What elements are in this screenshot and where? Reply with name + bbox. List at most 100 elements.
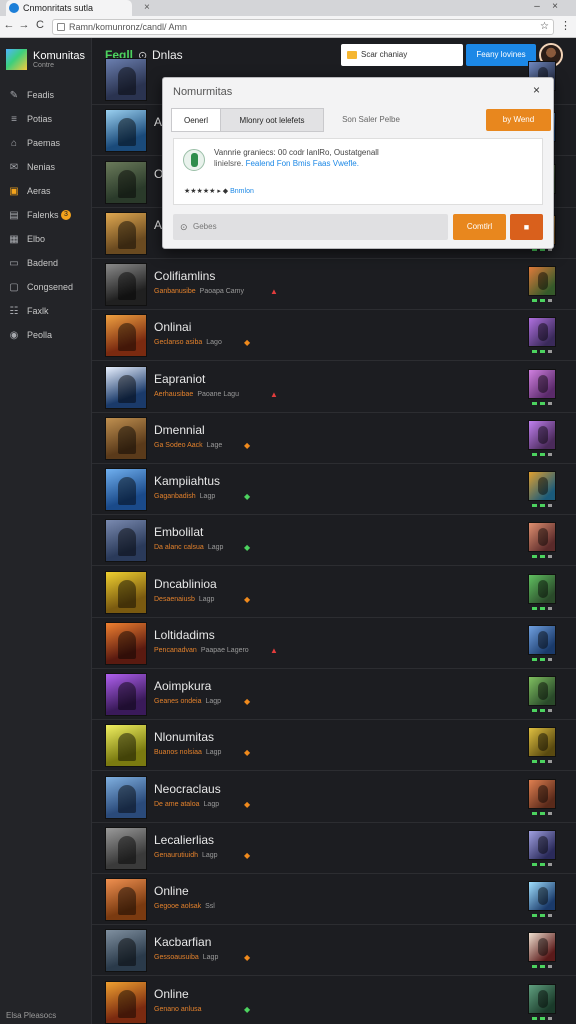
sidebar-item[interactable]: ▤ Falenks 3 (0, 206, 91, 226)
url-input[interactable]: Ramn/komunronz/candl/ Amn ☆ (52, 19, 554, 35)
sidebar-item[interactable]: ✉ Nenias (0, 158, 91, 178)
community-title[interactable]: A (154, 115, 162, 129)
stop-button[interactable]: ■ (510, 214, 543, 240)
confirm-button[interactable]: Comtlrl (453, 214, 506, 240)
sidebar-item[interactable]: ≡ Potias (0, 110, 91, 130)
preview-thumbnail[interactable] (528, 676, 556, 706)
tab-members[interactable]: Mlonry oot lelefets (220, 108, 324, 132)
tab-settings[interactable]: Son Saler Pelbe (331, 108, 411, 132)
preview-thumbnail[interactable] (528, 522, 556, 552)
window-minimize-icon[interactable]: – (530, 1, 544, 15)
community-title[interactable]: Online (154, 884, 189, 898)
community-title[interactable]: Dmennial (154, 423, 205, 437)
community-thumbnail[interactable] (105, 827, 147, 870)
community-title[interactable]: Onlinai (154, 320, 191, 334)
community-thumbnail[interactable] (105, 724, 147, 767)
list-item[interactable]: Embolilat Da alanc calsua Lagp ◆ (92, 515, 576, 566)
preview-thumbnail[interactable] (528, 932, 556, 962)
sidebar-item[interactable]: ☷ Faxlk (0, 302, 91, 322)
community-thumbnail[interactable] (105, 571, 147, 614)
community-title[interactable]: Loltidadims (154, 628, 215, 642)
browser-menu-icon[interactable]: ⋮ (560, 19, 571, 32)
list-item[interactable]: Colifiamlins Ganbanusibe Paoapa Camy ▲ (92, 259, 576, 310)
list-item[interactable]: Lecalierlias Genaurutiuidh Lagp ◆ (92, 823, 576, 874)
community-meta (154, 83, 158, 90)
community-title[interactable]: Lecalierlias (154, 833, 214, 847)
community-thumbnail[interactable] (105, 212, 147, 255)
community-title[interactable]: Kacbarfian (154, 935, 211, 949)
preview-thumbnail[interactable] (528, 317, 556, 347)
community-thumbnail[interactable] (105, 878, 147, 921)
sidebar-item[interactable]: ▦ Elbo (0, 230, 91, 250)
card-link[interactable]: Fealend Fon Bmis Faas Vwefle. (246, 159, 359, 168)
browser-tab[interactable]: Cnmonritats sutla (6, 0, 132, 16)
preview-thumbnail[interactable] (528, 830, 556, 860)
community-thumbnail[interactable] (105, 263, 147, 306)
sidebar-footer[interactable]: Elsa Pleasocs (6, 1011, 56, 1020)
brand[interactable]: Komunitas Contre (6, 49, 86, 73)
community-title[interactable]: A (154, 218, 162, 232)
preview-thumbnail[interactable] (528, 266, 556, 296)
preview-thumbnail[interactable] (528, 779, 556, 809)
community-title[interactable]: Embolilat (154, 525, 203, 539)
list-item[interactable]: Aoimpkura Geanes ondeia Lagp ◆ (92, 669, 576, 720)
community-title[interactable]: Dncablinioa (154, 577, 217, 591)
preview-thumbnail[interactable] (528, 471, 556, 501)
community-title[interactable]: Online (154, 987, 189, 1001)
list-item[interactable]: Onlinai Geclanso asiba Lago ◆ (92, 310, 576, 361)
community-thumbnail[interactable] (105, 622, 147, 665)
popup-search-input[interactable]: ⊙ Gebes (173, 214, 448, 240)
tab-close-icon[interactable]: × (144, 2, 150, 13)
community-thumbnail[interactable] (105, 58, 147, 101)
sidebar-item[interactable]: ▭ Badend (0, 254, 91, 274)
community-title[interactable]: Eapraniot (154, 372, 205, 386)
list-item[interactable]: Dmennial Ga Sodeo Aack Lage ◆ (92, 413, 576, 464)
list-item[interactable]: Online Gegooe aolsak Ssl (92, 874, 576, 925)
list-item[interactable]: Neocraclaus De ame ataloa Lagp ◆ (92, 772, 576, 823)
list-item[interactable]: Dncablinioa Desaenaiusb Lagp ◆ (92, 567, 576, 618)
community-thumbnail[interactable] (105, 468, 147, 511)
community-thumbnail[interactable] (105, 519, 147, 562)
list-item[interactable]: Nlonumitas Buanos nolsiaa Lagp ◆ (92, 720, 576, 771)
preview-thumbnail[interactable] (528, 574, 556, 604)
preview-thumbnail[interactable] (528, 369, 556, 399)
sidebar-item[interactable]: ⌂ Paemas (0, 134, 91, 154)
community-title[interactable]: Nlonumitas (154, 730, 214, 744)
community-title[interactable]: Neocraclaus (154, 782, 221, 796)
community-title[interactable]: Colifiamlins (154, 269, 215, 283)
community-title[interactable]: Aoimpkura (154, 679, 211, 693)
rating-link[interactable]: Bnmlon (230, 188, 254, 195)
list-item[interactable]: Eapraniot Aerhausibae Paoane Lagu ▲ (92, 362, 576, 413)
community-thumbnail[interactable] (105, 929, 147, 972)
tab-general[interactable]: Oenerl (171, 108, 221, 132)
sidebar-item[interactable]: ▢ Congsened (0, 278, 91, 298)
community-thumbnail[interactable] (105, 673, 147, 716)
sidebar-item[interactable]: ▣ Aeras (0, 182, 91, 202)
preview-thumbnail[interactable] (528, 420, 556, 450)
preview-thumbnail[interactable] (528, 881, 556, 911)
list-item[interactable]: Loltidadims Pencanadvan Paapae Lagero ▲ (92, 618, 576, 669)
preview-thumbnail[interactable] (528, 727, 556, 757)
bookmark-star-icon[interactable]: ☆ (540, 20, 549, 34)
community-thumbnail[interactable] (105, 109, 147, 152)
community-thumbnail[interactable] (105, 366, 147, 409)
community-thumbnail[interactable] (105, 776, 147, 819)
community-thumbnail[interactable] (105, 161, 147, 204)
community-title[interactable]: Kampiiahtus (154, 474, 220, 488)
sidebar-item[interactable]: ✎ Feadis (0, 86, 91, 106)
community-thumbnail[interactable] (105, 314, 147, 357)
popup-cta-button[interactable]: by Wend (486, 109, 551, 131)
sidebar-item[interactable]: ◉ Peolla (0, 326, 91, 346)
community-thumbnail[interactable] (105, 417, 147, 460)
forward-icon[interactable]: → (17, 19, 31, 31)
preview-thumbnail[interactable] (528, 625, 556, 655)
window-close-icon[interactable]: × (548, 1, 562, 15)
reload-icon[interactable]: C (33, 19, 47, 31)
community-thumbnail[interactable] (105, 981, 147, 1024)
preview-thumbnail[interactable] (528, 984, 556, 1014)
back-icon[interactable]: ← (2, 19, 16, 31)
list-item[interactable]: Kacbarfian Gessoausuiba Lagp ◆ (92, 925, 576, 976)
list-item[interactable]: Kampiiahtus Gaganbadish Lagp ◆ (92, 464, 576, 515)
list-item[interactable]: Online Genano anlusa ◆ (92, 977, 576, 1024)
close-icon[interactable]: × (533, 83, 540, 97)
